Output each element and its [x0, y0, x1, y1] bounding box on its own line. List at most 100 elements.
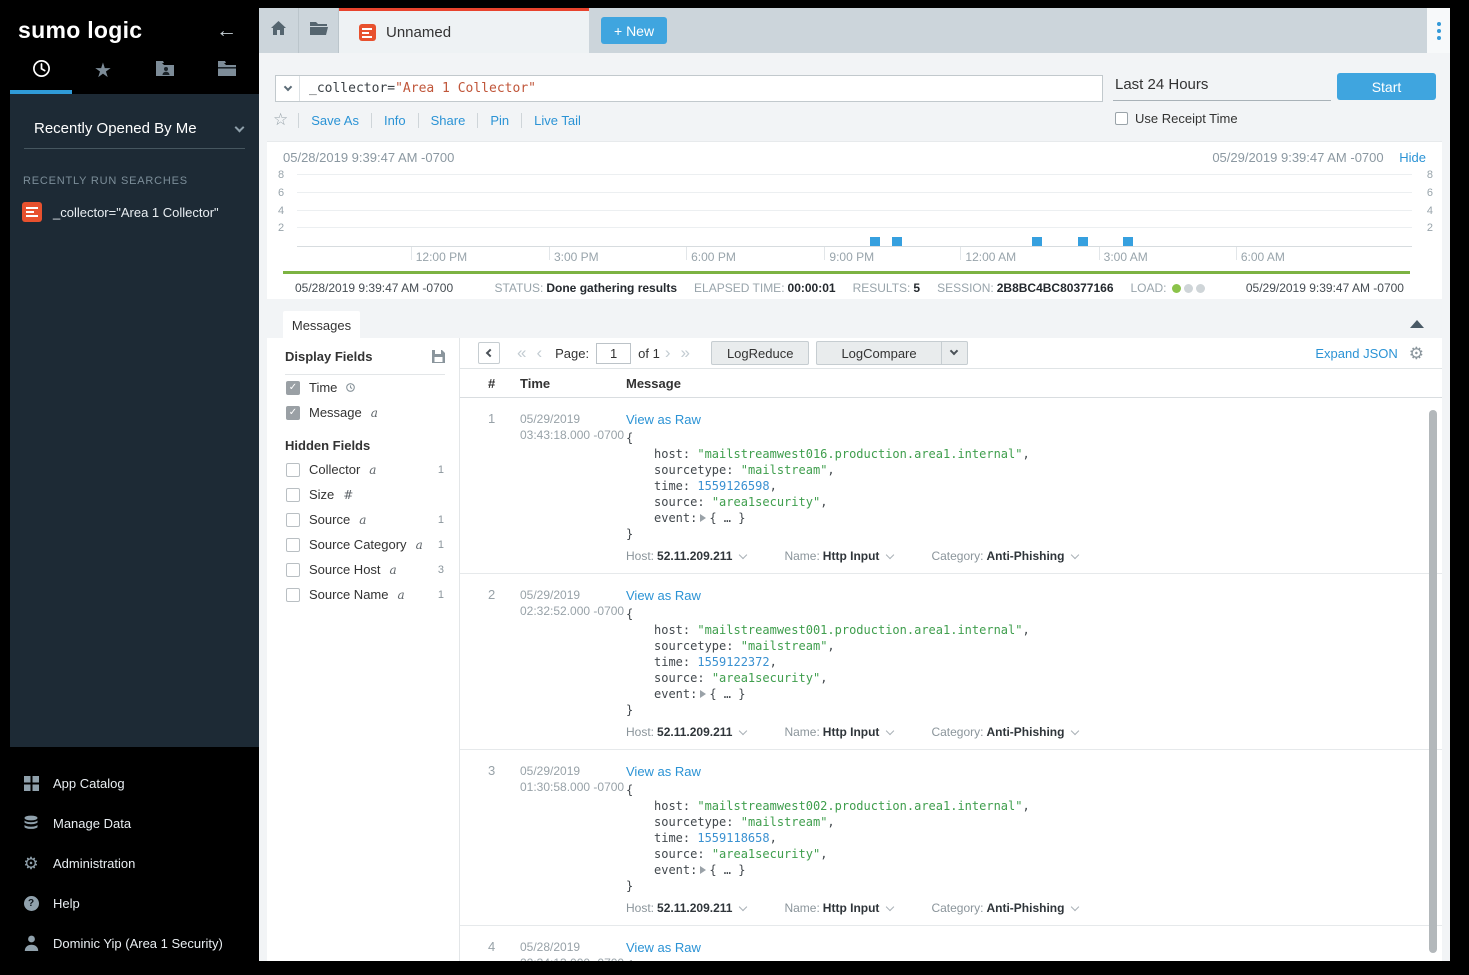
folder-icon — [217, 60, 237, 82]
field-size[interactable]: Size# — [267, 482, 459, 507]
search-query-input[interactable]: _collector="Area 1 Collector" — [275, 75, 1103, 102]
favorites-star-icon: ★ — [94, 61, 112, 81]
open-folder-button[interactable] — [299, 8, 339, 53]
tab-messages[interactable]: Messages — [283, 311, 360, 339]
field-count: 1 — [438, 589, 447, 601]
view-as-raw-link[interactable]: View as Raw — [626, 940, 701, 955]
tab-unnamed[interactable]: Unnamed — [339, 8, 589, 53]
field-checkbox[interactable] — [286, 563, 300, 577]
results-pane: « ‹ Page: of 1 › » LogReduce LogCompare … — [460, 338, 1442, 961]
action-save-as[interactable]: Save As — [298, 113, 371, 128]
hide-histogram-link[interactable]: Hide — [1399, 150, 1426, 165]
chevron-down-icon — [886, 727, 894, 735]
home-button[interactable] — [259, 8, 299, 53]
meta-name-dropdown[interactable]: Name:Http Input — [784, 901, 893, 915]
settings-gear-icon[interactable]: ⚙ — [1409, 345, 1424, 362]
gridline — [297, 174, 1412, 175]
page-number-input[interactable] — [596, 343, 631, 364]
action-info[interactable]: Info — [371, 113, 418, 128]
histogram-start-time: 05/28/2019 9:39:47 AM -0700 — [283, 150, 454, 165]
meta-name-dropdown[interactable]: Name:Http Input — [784, 549, 893, 563]
recently-opened-label: Recently Opened By Me — [34, 120, 197, 137]
time-range-selector[interactable]: Last 24 Hours — [1113, 73, 1331, 101]
recently-opened-dropdown[interactable]: Recently Opened By Me — [24, 94, 245, 149]
query-history-dropdown[interactable] — [276, 76, 300, 101]
expand-event-icon[interactable] — [700, 866, 706, 874]
field-checkbox[interactable] — [286, 588, 300, 602]
sidebar-menu-app-catalog[interactable]: App Catalog — [0, 763, 259, 803]
field-message[interactable]: ✓Messagea — [267, 400, 459, 425]
vertical-scrollbar[interactable] — [1429, 410, 1437, 953]
histogram-bar[interactable] — [870, 237, 880, 246]
histogram-chart[interactable]: 22446688 — [297, 168, 1412, 246]
collapse-fields-button[interactable] — [478, 342, 500, 364]
histogram-bar[interactable] — [1032, 237, 1042, 246]
collapse-panel-icon[interactable] — [1410, 320, 1424, 328]
last-page-button[interactable]: » — [675, 343, 694, 363]
row-timestamp: 05/29/201901:30:58.000 -0700 — [520, 763, 626, 915]
logcompare-dropdown-button[interactable] — [942, 341, 968, 365]
field-checkbox[interactable] — [286, 463, 300, 477]
sidebar-tab-library[interactable] — [134, 52, 196, 94]
meta-category-dropdown[interactable]: Category:Anti-Phishing — [931, 549, 1078, 563]
action-share[interactable]: Share — [418, 113, 478, 128]
field-source[interactable]: Sourcea1 — [267, 507, 459, 532]
elapsed-label: ELAPSED TIME: — [694, 281, 784, 295]
meta-host-dropdown[interactable]: Host:52.11.209.211 — [626, 725, 746, 739]
expand-event-icon[interactable] — [700, 690, 706, 698]
field-checkbox-checked[interactable]: ✓ — [286, 406, 300, 420]
expand-json-link[interactable]: Expand JSON — [1315, 346, 1397, 361]
histogram-bar[interactable] — [892, 237, 902, 246]
action-pin[interactable]: Pin — [477, 113, 521, 128]
field-checkbox[interactable] — [286, 488, 300, 502]
sidebar-menu-manage-data[interactable]: Manage Data — [0, 803, 259, 843]
chevron-left-icon — [486, 349, 494, 357]
histogram-bar[interactable] — [1123, 237, 1133, 246]
sidebar-menu-help[interactable]: ?Help — [0, 883, 259, 923]
meta-category-dropdown[interactable]: Category:Anti-Phishing — [931, 901, 1078, 915]
meta-host-dropdown[interactable]: Host:52.11.209.211 — [626, 901, 746, 915]
meta-host-dropdown[interactable]: Host:52.11.209.211 — [626, 549, 746, 563]
action-live-tail[interactable]: Live Tail — [521, 113, 593, 128]
meta-name-dropdown[interactable]: Name:Http Input — [784, 725, 893, 739]
expand-event-icon[interactable] — [700, 514, 706, 522]
view-as-raw-link[interactable]: View as Raw — [626, 588, 701, 603]
field-checkbox[interactable] — [286, 538, 300, 552]
sidebar-tab-folders[interactable] — [196, 52, 258, 94]
receipt-time-checkbox[interactable] — [1115, 112, 1128, 125]
histogram-bar[interactable] — [1078, 237, 1088, 246]
sidebar-tab-favorites[interactable]: ★ — [72, 52, 134, 94]
next-page-button[interactable]: › — [660, 343, 676, 363]
view-as-raw-link[interactable]: View as Raw — [626, 764, 701, 779]
start-button[interactable]: Start — [1337, 73, 1436, 100]
sidebar-tab-recents[interactable] — [10, 52, 72, 94]
logcompare-button[interactable]: LogCompare — [816, 341, 941, 365]
field-collector[interactable]: Collectora1 — [267, 457, 459, 482]
save-fields-icon[interactable] — [432, 350, 445, 363]
sidebar-menu-dominic-yip-area-1-security[interactable]: Dominic Yip (Area 1 Security) — [0, 923, 259, 963]
field-source-category[interactable]: Source Categorya1 — [267, 532, 459, 557]
field-source-host[interactable]: Source Hosta3 — [267, 557, 459, 582]
field-checkbox-checked[interactable]: ✓ — [286, 381, 300, 395]
field-label: Source Host — [309, 562, 381, 577]
recent-search-item[interactable]: _collector="Area 1 Collector" — [22, 202, 245, 222]
use-receipt-time-option[interactable]: Use Receipt Time — [1115, 111, 1238, 126]
view-as-raw-link[interactable]: View as Raw — [626, 412, 701, 427]
field-time[interactable]: ✓Time — [267, 375, 459, 400]
field-source-name[interactable]: Source Namea1 — [267, 582, 459, 607]
field-count: 1 — [438, 539, 447, 551]
logreduce-button[interactable]: LogReduce — [711, 341, 810, 365]
field-checkbox[interactable] — [286, 513, 300, 527]
kebab-menu-icon[interactable] — [1427, 8, 1450, 53]
meta-category-dropdown[interactable]: Category:Anti-Phishing — [931, 725, 1078, 739]
message-json: { host: "mailstreamwest002.production.ar… — [626, 782, 1442, 894]
chevron-down-icon — [950, 347, 958, 355]
prev-page-button[interactable]: ‹ — [531, 343, 547, 363]
gridline — [297, 210, 1412, 211]
favorite-star-icon[interactable]: ☆ — [273, 110, 288, 130]
sidebar-menu-administration[interactable]: ⚙Administration — [0, 843, 259, 883]
collapse-sidebar-arrow-icon[interactable]: ← — [216, 19, 237, 43]
first-page-button[interactable]: « — [512, 343, 531, 363]
new-tab-button[interactable]: + New — [601, 17, 667, 44]
session-label: SESSION: — [937, 281, 994, 295]
